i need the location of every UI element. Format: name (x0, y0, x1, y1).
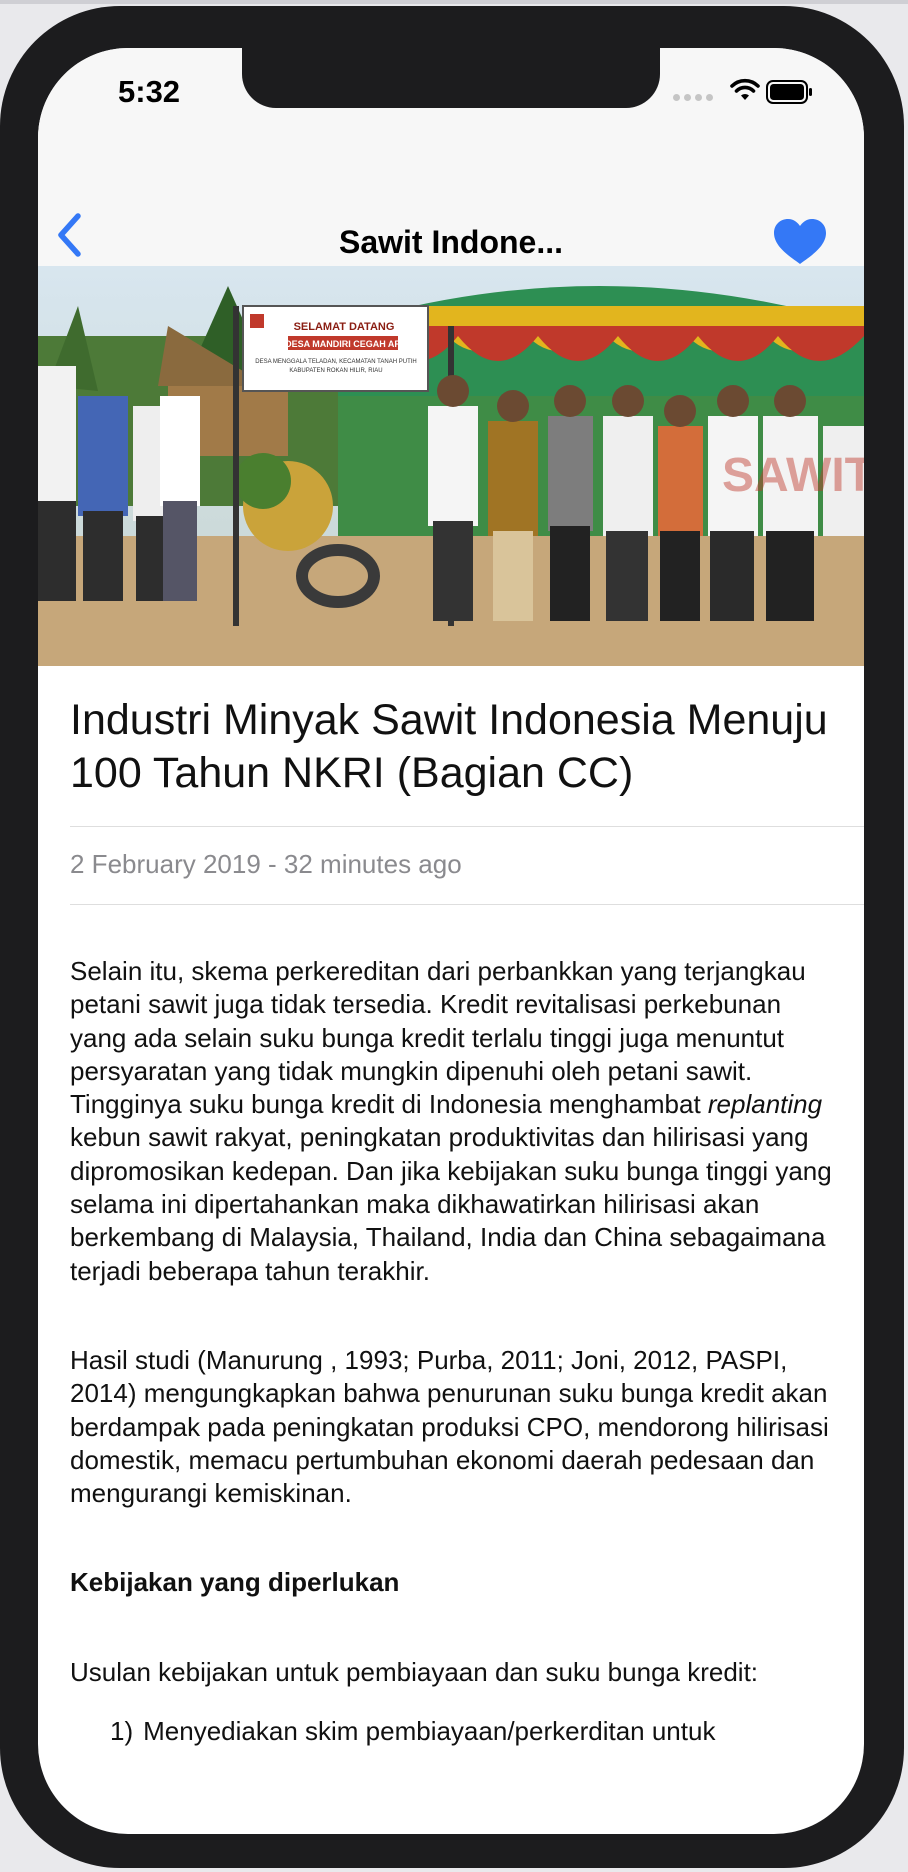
heart-icon[interactable] (772, 218, 828, 266)
paragraph: Usulan kebijakan untuk pembiayaan dan su… (70, 1656, 759, 1687)
list-number: 1) (110, 1716, 134, 1747)
device-notch (242, 48, 660, 108)
nav-title: Sawit Indone... (338, 224, 563, 260)
banner-region-text: KABUPATEN ROKAN HILIR, RIAU (289, 368, 382, 374)
cellular-signal-icon (673, 94, 713, 101)
banner-location-text: DESA MENGGALA TELADAN, KECAMATAN TANAH P… (255, 359, 416, 365)
list-item: 1) Menyediakan skim pembiayaan/perkerdit… (70, 1715, 834, 1748)
italic-term: replanting (707, 1089, 823, 1120)
chevron-left-icon[interactable] (48, 208, 92, 262)
list-text: Menyediakan skim pembiayaan/perkerditan … (143, 1716, 716, 1747)
banner-village-name: DESA MANDIRI CEGAH API (285, 339, 403, 349)
article-body: Selain itu, skema perkereditan dari perb… (70, 905, 864, 1748)
background-strip (0, 0, 908, 4)
article-hero-image: SELAMAT DATANG DESA MANDIRI CEGAH API DE… (38, 266, 864, 666)
paragraph: Hasil studi (Manurung , 1993; Purba, 201… (70, 1344, 829, 1509)
paragraph: Selain itu, skema perkereditan dari perb… (70, 956, 832, 1286)
phone-frame: 5:32 Sawit Indone... SELAMAT DATANG DESA… (0, 6, 904, 1868)
article-content: Industri Minyak Sawit Indonesia Menuju 1… (70, 668, 864, 1748)
hero-watermark: SAWIT (722, 449, 864, 502)
banner-welcome-text: SELAMAT DATANG (294, 321, 395, 333)
wifi-icon (730, 78, 760, 100)
section-heading: Kebijakan yang diperlukan (70, 1567, 400, 1598)
status-time: 5:32 (118, 74, 181, 109)
article-title: Industri Minyak Sawit Indonesia Menuju 1… (70, 696, 828, 797)
article-date: 2 February 2019 - 32 minutes ago (70, 849, 462, 879)
battery-icon (766, 80, 812, 104)
app-screen: 5:32 Sawit Indone... SELAMAT DATANG DESA… (38, 48, 864, 1834)
